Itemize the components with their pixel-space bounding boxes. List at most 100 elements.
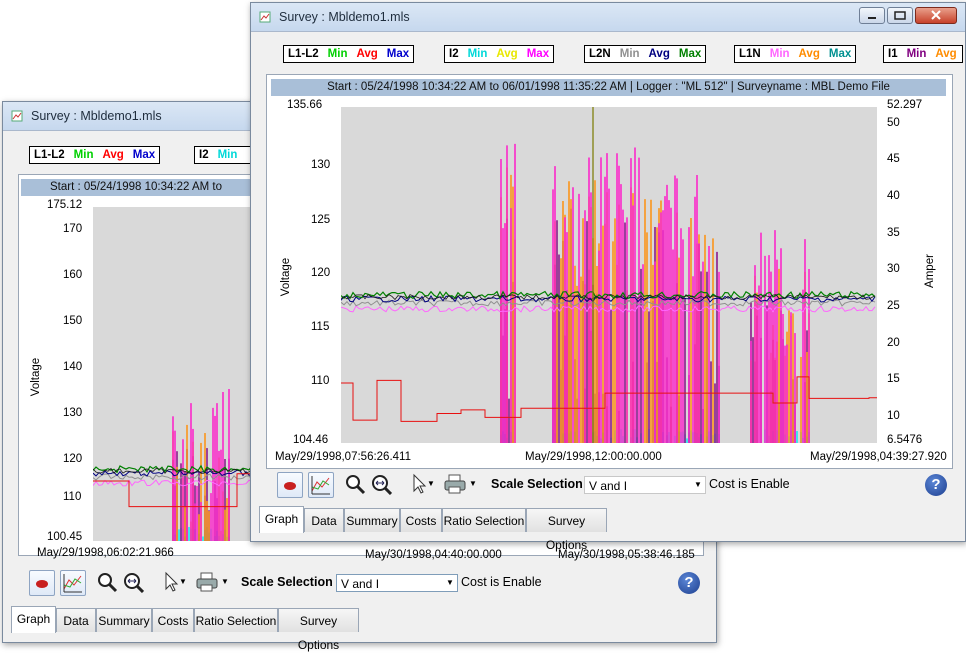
legend-min: Min	[619, 48, 640, 60]
scale-selection-dropdown[interactable]: V and I ▼	[336, 574, 458, 592]
tab-costs[interactable]: Costs	[152, 608, 194, 632]
y-right-tick: 50	[887, 117, 900, 129]
front-legend-i2[interactable]: I2 Min Avg Max	[444, 45, 555, 63]
help-button[interactable]: ?	[678, 572, 700, 594]
y-tick: 130	[63, 407, 83, 419]
zoom-fit-button[interactable]	[370, 473, 393, 496]
printer-icon	[444, 474, 466, 494]
maximize-button[interactable]	[887, 7, 913, 24]
legend-min: Min	[467, 48, 488, 60]
legend-group-name: I2	[449, 48, 459, 60]
y-right-tick: 45	[887, 153, 900, 165]
y-right-axis-bottom: 6.5476	[887, 434, 923, 446]
voltage-l1n-min-trace	[341, 305, 876, 313]
y-axis-bottom: 100.45	[47, 531, 83, 543]
tab-survey-options[interactable]: Survey Options	[278, 608, 359, 652]
scale-selection-label: Scale Selection	[491, 477, 583, 491]
print-dropdown-icon[interactable]: ▼	[469, 473, 491, 495]
tab-data[interactable]: Data	[304, 508, 344, 532]
y-tick: 120	[311, 267, 331, 279]
x-tick-mid: May/29/1998,12:00:00.000	[525, 451, 662, 463]
tab-survey-options[interactable]: Survey Options	[526, 508, 607, 552]
zoom-fit-button[interactable]	[122, 571, 145, 594]
front-tab-strip: Graph Data Summary Costs Ratio Selection…	[251, 506, 965, 552]
legend-group-name: L1-L2	[34, 149, 65, 161]
printer-icon	[196, 572, 218, 592]
front-chart-area: Start : 05/24/1998 10:34:22 AM to 06/01/…	[266, 74, 953, 469]
tab-data[interactable]: Data	[56, 608, 96, 632]
y-axis-top: 135.66	[287, 99, 323, 111]
voltage-l2n-min-trace	[341, 299, 876, 307]
x-tick-mid: May/30/1998,04:40:00.000	[365, 549, 502, 561]
y-right-axis-label: Amper	[923, 254, 936, 288]
maximize-icon	[894, 11, 906, 20]
y-tick: 110	[311, 375, 330, 387]
tab-summary[interactable]: Summary	[96, 608, 152, 632]
front-toolbar: ▼ ▼ Scale Selection V and I ▼ Cost is En…	[251, 467, 965, 501]
record-icon	[284, 482, 296, 490]
front-survey-window[interactable]: Survey : Mbldemo1.mls L1-L2 Min Avg Max I2 M…	[250, 2, 966, 552]
print-button[interactable]	[195, 571, 218, 593]
legend-max: Max	[678, 48, 702, 60]
tab-ratio-selection[interactable]: Ratio Selection	[194, 608, 278, 632]
y-right-axis-top: 52.297	[887, 99, 923, 111]
legend-max: Max	[828, 48, 852, 60]
back-plot-area[interactable]	[93, 207, 253, 541]
scale-selection-dropdown[interactable]: V and I ▼	[584, 476, 706, 494]
record-button[interactable]	[277, 472, 303, 498]
y-tick: 150	[63, 315, 83, 327]
front-voltage-amper-graph	[341, 107, 877, 443]
graph-mode-button[interactable]	[308, 472, 334, 498]
back-chart-header: Start : 05/24/1998 10:34:22 AM to	[21, 179, 251, 196]
print-button[interactable]	[443, 473, 466, 495]
cost-status-label: Cost is Enable	[461, 575, 542, 589]
legend-avg: Avg	[496, 48, 518, 60]
y-right-tick: 35	[887, 227, 900, 239]
zoom-fit-icon	[372, 475, 393, 496]
front-plot-area[interactable]	[341, 107, 877, 443]
minimize-button[interactable]	[859, 7, 885, 24]
tab-costs[interactable]: Costs	[400, 508, 442, 532]
y-right-tick: 30	[887, 263, 900, 275]
y-tick: 170	[63, 223, 83, 235]
legend-avg: Avg	[102, 149, 124, 161]
y-axis-label: Voltage	[30, 357, 43, 397]
tab-graph[interactable]: Graph	[11, 606, 56, 633]
y-right-tick: 25	[887, 300, 900, 312]
legend-avg: Avg	[935, 48, 957, 60]
y-axis-label: Voltage	[280, 257, 293, 297]
print-dropdown-icon[interactable]: ▼	[221, 571, 243, 593]
front-legend-l1n[interactable]: L1N Min Avg Max	[734, 45, 857, 63]
close-icon	[931, 10, 941, 20]
zoom-button[interactable]	[96, 571, 118, 593]
tab-graph[interactable]: Graph	[259, 506, 304, 533]
front-legend-l1l2[interactable]: L1-L2 Min Avg Max	[283, 45, 415, 63]
graph-icon	[63, 574, 82, 593]
chevron-down-icon: ▼	[694, 480, 702, 489]
legend-max: Max	[386, 48, 410, 60]
scale-selection-label: Scale Selection	[241, 575, 333, 589]
scale-selection-value: V and I	[341, 577, 380, 591]
y-tick: 110	[63, 491, 82, 503]
zoom-button[interactable]	[344, 473, 366, 495]
record-button[interactable]	[29, 570, 55, 596]
zoom-icon	[98, 573, 118, 593]
legend-group-name: I2	[199, 149, 209, 161]
tab-summary[interactable]: Summary	[344, 508, 400, 532]
legend-min: Min	[217, 149, 238, 161]
zoom-icon	[346, 475, 366, 495]
front-legend-i1[interactable]: I1 Min Avg	[883, 45, 963, 63]
front-title-bar[interactable]: Survey : Mbldemo1.mls	[251, 3, 965, 32]
cost-status-label: Cost is Enable	[709, 477, 790, 491]
back-legend-l1l2[interactable]: L1-L2 Min Avg Max	[29, 146, 161, 164]
help-button[interactable]: ?	[925, 474, 947, 496]
y-tick: 140	[63, 361, 83, 373]
front-legend-l2n[interactable]: L2N Min Avg Max	[584, 45, 707, 63]
y-right-tick: 20	[887, 337, 900, 349]
close-button[interactable]	[915, 7, 957, 24]
chevron-down-icon: ▼	[446, 578, 454, 587]
x-tick-start: May/29/1998,07:56:26.411	[275, 451, 411, 463]
graph-mode-button[interactable]	[60, 570, 86, 596]
tab-ratio-selection[interactable]: Ratio Selection	[442, 508, 526, 532]
back-tab-strip: Graph Data Summary Costs Ratio Selection…	[3, 606, 716, 652]
